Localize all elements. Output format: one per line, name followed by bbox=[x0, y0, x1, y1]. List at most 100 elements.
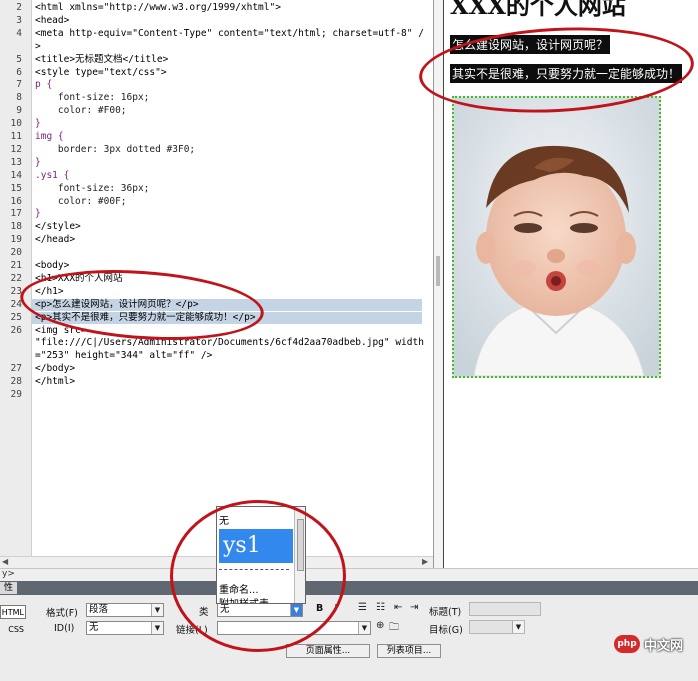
scroll-right-icon[interactable]: ▶ bbox=[422, 557, 428, 566]
code-line[interactable]: </html> bbox=[35, 376, 75, 388]
italic-button[interactable]: I bbox=[334, 603, 337, 614]
class-label: 类 bbox=[199, 607, 209, 618]
dropdown-option-rename[interactable]: 重命名... bbox=[219, 581, 259, 596]
line-number: 20 bbox=[10, 247, 22, 259]
dropdown-option-ys1[interactable]: ys1 bbox=[219, 529, 293, 563]
line-number: 16 bbox=[10, 195, 22, 207]
page-properties-button[interactable]: 页面属性... bbox=[286, 644, 370, 658]
code-line[interactable]: </style> bbox=[35, 221, 81, 233]
line-number: 12 bbox=[10, 143, 22, 155]
target-select[interactable]: ▼ bbox=[469, 620, 525, 634]
line-number: 5 bbox=[16, 53, 22, 65]
line-number: 14 bbox=[10, 169, 22, 181]
code-line[interactable]: <head> bbox=[35, 15, 69, 27]
code-line[interactable]: <h1>XXX的个人网站 bbox=[35, 273, 123, 285]
code-line[interactable]: </h1> bbox=[35, 286, 64, 298]
line-number-gutter: 2 3 4 5 6 7 8 9 10 11 12 13 14 15 16 17 18 19 20 21 22 23 24 25… bbox=[0, 0, 32, 568]
class-dropdown-list[interactable]: 无 ys1 重命名... 附加样式表... bbox=[216, 506, 306, 604]
dropdown-scrollbar[interactable] bbox=[294, 507, 305, 603]
properties-tab[interactable]: 性 bbox=[0, 582, 18, 594]
line-number: 7 bbox=[16, 79, 22, 91]
outdent-icon[interactable]: ⇤ bbox=[394, 602, 402, 613]
dropdown-option-none[interactable]: 无 bbox=[219, 512, 229, 527]
php-logo: php bbox=[614, 635, 640, 653]
dropdown-scroll-thumb[interactable] bbox=[297, 519, 304, 571]
tag-path[interactable]: y> bbox=[2, 569, 15, 579]
code-line[interactable]: border: 3px dotted #3F0; bbox=[35, 144, 195, 156]
title-label: 标题(T) bbox=[429, 607, 462, 618]
indent-icon[interactable]: ⇥ bbox=[410, 602, 418, 613]
scroll-left-icon[interactable]: ◀ bbox=[2, 557, 8, 566]
code-line[interactable]: img { bbox=[35, 131, 64, 143]
line-number: 6 bbox=[16, 66, 22, 78]
chevron-down-icon: ▼ bbox=[151, 622, 163, 634]
unordered-list-icon[interactable]: ☰ bbox=[358, 602, 367, 613]
code-line[interactable]: font-size: 16px; bbox=[35, 92, 150, 104]
bold-button[interactable]: B bbox=[316, 603, 323, 614]
code-line[interactable]: > bbox=[35, 41, 41, 53]
code-line[interactable]: </head> bbox=[35, 234, 75, 246]
code-line[interactable]: <p>怎么建设网站，设计网页呢？</p> bbox=[35, 299, 199, 311]
watermark-text: 中文网 bbox=[644, 639, 684, 654]
line-number: 17 bbox=[10, 208, 22, 220]
css-mode-button[interactable]: CSS bbox=[0, 622, 26, 636]
code-line[interactable]: p { bbox=[35, 79, 52, 91]
line-number: 24 bbox=[10, 298, 22, 310]
chevron-down-icon: ▼ bbox=[290, 604, 302, 616]
chevron-down-icon: ▼ bbox=[151, 604, 163, 616]
code-line[interactable]: <p>其实不是很难，只要努力就一定能够成功！</p> bbox=[35, 312, 256, 324]
line-number: 15 bbox=[10, 182, 22, 194]
code-line[interactable]: <style type="text/css"> bbox=[35, 67, 167, 79]
php-cn-watermark: php 中文网 bbox=[614, 631, 696, 659]
code-line[interactable]: </body> bbox=[35, 363, 75, 375]
code-line[interactable]: color: #00F; bbox=[35, 196, 127, 208]
title-input[interactable] bbox=[469, 602, 541, 616]
html-mode-button[interactable]: HTML bbox=[0, 605, 26, 619]
paragraph-1[interactable]: 怎么建设网站，设计网页呢？ bbox=[450, 35, 611, 54]
design-view-pane[interactable]: XXX的个人网站 怎么建设网站，设计网页呢？ 其实不是很难，只要努力就一定能够成… bbox=[444, 0, 698, 568]
code-line[interactable]: .ys1 { bbox=[35, 170, 69, 182]
code-line[interactable]: ="253" height="344" alt="ff" /> bbox=[35, 350, 212, 362]
line-number: 27 bbox=[10, 363, 22, 375]
link-label: 链接(L) bbox=[176, 625, 208, 636]
id-select[interactable]: 无 ▼ bbox=[86, 621, 164, 635]
browse-folder-icon[interactable]: 🗀 bbox=[389, 620, 399, 637]
code-line[interactable]: color: #F00; bbox=[35, 105, 127, 117]
id-label: ID(I) bbox=[54, 623, 75, 634]
page-heading-h1[interactable]: XXX的个人网站 bbox=[450, 0, 626, 21]
code-line[interactable]: } bbox=[35, 157, 41, 169]
properties-panel-header[interactable]: 性 bbox=[0, 581, 698, 595]
point-to-file-icon[interactable]: ⊕ bbox=[376, 620, 384, 631]
line-number: 21 bbox=[10, 260, 22, 271]
ordered-list-icon[interactable]: ☷ bbox=[376, 602, 385, 613]
code-line[interactable]: <meta http-equiv="Content-Type" content=… bbox=[35, 28, 424, 40]
paragraph-2[interactable]: 其实不是很难，只要努力就一定能够成功！ bbox=[450, 64, 683, 83]
line-number: 28 bbox=[10, 376, 22, 388]
code-view-pane[interactable]: 2 3 4 5 6 7 8 9 10 11 12 13 14 15 16 17 18 19 20 21 22 23 24 25… bbox=[0, 0, 433, 568]
code-line[interactable]: <html xmlns="http://www.w3.org/1999/xhtm… bbox=[35, 2, 281, 14]
dropdown-option-attach-stylesheet[interactable]: 附加样式表... bbox=[219, 595, 279, 603]
baby-photo-illustration bbox=[454, 98, 659, 376]
properties-inspector: HTML CSS 格式(F) 段落 ▼ ID(I) 无 ▼ 类 无 ▼ B I ☰ ☷… bbox=[0, 595, 698, 681]
line-number: 25 bbox=[10, 311, 22, 323]
code-line[interactable]: <img src= bbox=[35, 325, 86, 337]
list-item-button[interactable]: 列表项目... bbox=[377, 644, 441, 658]
link-input[interactable]: ▼ bbox=[217, 621, 371, 635]
tag-selector-status-bar[interactable]: y> bbox=[0, 568, 698, 581]
target-label: 目标(G) bbox=[429, 625, 463, 636]
code-line[interactable]: } bbox=[35, 118, 41, 130]
class-select[interactable]: 无 ▼ bbox=[217, 603, 303, 617]
code-line[interactable]: <title>无标题文档</title> bbox=[35, 54, 168, 66]
baby-photo-image[interactable] bbox=[452, 96, 661, 378]
chevron-down-icon: ▼ bbox=[358, 622, 370, 634]
code-line[interactable]: <body> bbox=[35, 260, 69, 272]
format-select[interactable]: 段落 ▼ bbox=[86, 603, 164, 617]
code-line[interactable]: font-size: 36px; bbox=[35, 183, 150, 195]
divider-grip[interactable] bbox=[436, 256, 440, 286]
line-number: 26 bbox=[10, 324, 22, 336]
code-line[interactable]: "file:///C|/Users/Administrator/Document… bbox=[35, 337, 424, 349]
code-line[interactable]: } bbox=[35, 208, 41, 220]
line-number: 10 bbox=[10, 118, 22, 130]
line-number: 23 bbox=[10, 285, 22, 297]
line-number: 3 bbox=[16, 14, 22, 26]
